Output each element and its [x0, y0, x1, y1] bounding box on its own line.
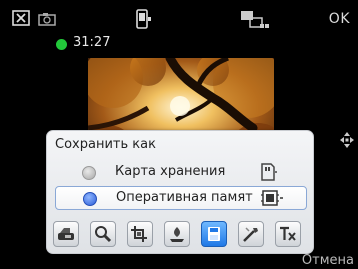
edit-toolbar	[53, 221, 307, 247]
save-icon	[208, 227, 220, 241]
option-label: Оперативная памят	[116, 190, 253, 205]
radio-memory[interactable]	[83, 192, 97, 206]
dialog-title: Сохранить как	[55, 137, 156, 152]
effect-icon	[170, 227, 184, 242]
storage-card-icon	[260, 163, 278, 185]
status-indicator	[56, 39, 67, 50]
camera-icon[interactable]	[38, 12, 56, 26]
save-as-dialog: Сохранить как Карта хранения Оперативная…	[46, 130, 314, 254]
text-button[interactable]	[275, 221, 301, 247]
quick-save-icon	[58, 228, 74, 240]
zoom-button[interactable]	[90, 221, 116, 247]
memory-icon	[261, 189, 283, 211]
radio-storage-card[interactable]	[82, 166, 96, 180]
device-icon[interactable]	[134, 9, 152, 29]
network-icon[interactable]	[240, 10, 270, 30]
ok-button[interactable]: OK	[329, 11, 350, 27]
tools-icon	[243, 227, 258, 242]
close-icon[interactable]	[12, 10, 30, 26]
option-memory[interactable]: Оперативная памят	[55, 186, 307, 210]
quick-save-button[interactable]	[53, 221, 79, 247]
option-storage-card[interactable]: Карта хранения	[55, 161, 305, 183]
option-label: Карта хранения	[115, 164, 226, 179]
zoom-icon	[95, 226, 112, 243]
navigation-arrows-icon[interactable]	[340, 132, 354, 152]
cancel-button[interactable]: Отмена	[302, 253, 354, 268]
timer-text: 31:27	[73, 35, 111, 50]
effect-button[interactable]	[164, 221, 190, 247]
crop-button[interactable]	[127, 221, 153, 247]
save-button[interactable]	[201, 221, 227, 247]
tools-button[interactable]	[238, 221, 264, 247]
crop-icon	[131, 226, 147, 242]
text-icon	[280, 226, 296, 241]
